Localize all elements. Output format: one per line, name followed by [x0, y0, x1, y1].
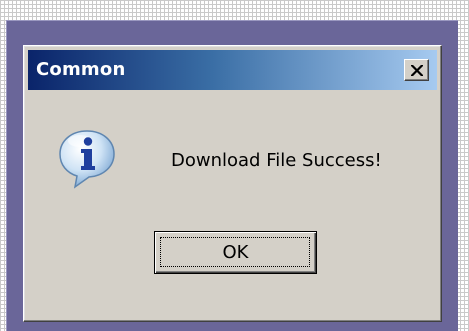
close-icon: [411, 65, 423, 76]
dialog-title: Common: [36, 59, 126, 80]
title-bar[interactable]: Common: [28, 50, 437, 90]
close-button[interactable]: [404, 59, 429, 81]
ok-button-label: OK: [222, 242, 249, 263]
info-icon: [59, 130, 115, 189]
message-dialog: Common Download File Success! OK: [23, 45, 442, 322]
dialog-message: Download File Success!: [171, 150, 382, 171]
ok-button[interactable]: OK: [154, 231, 317, 274]
